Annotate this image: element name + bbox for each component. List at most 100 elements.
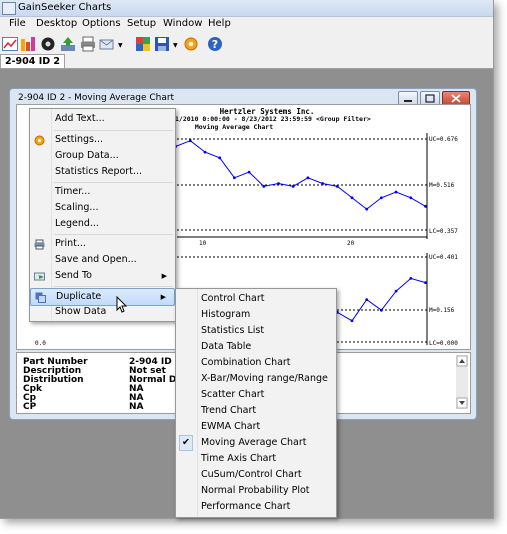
duplicate-icon [35,292,46,303]
data-point [203,150,207,154]
data-point [233,176,236,180]
menu-item-print[interactable]: Print... [30,236,175,252]
submenu-item-ewma-chart[interactable]: EWMA Chart [176,419,336,435]
menu-item-legend[interactable]: Legend... [30,216,175,232]
bar-chart-icon[interactable] [20,36,36,52]
data-point [321,182,324,185]
data-point [409,196,413,200]
menu-item-timer[interactable]: Timer... [30,184,175,200]
menu-item-send-to[interactable]: Send To ▶ [30,268,175,284]
data-point [306,176,310,180]
menu-item-label: Control Chart [201,293,265,304]
menu-item-label: Scaling... [55,202,99,213]
print-icon[interactable] [80,36,96,52]
menu-help[interactable]: Help [208,18,231,29]
menu-item-label: Send To [55,270,92,281]
range-data-point [380,308,383,312]
menu-item-label: Add Text... [55,113,105,124]
menu-item-label: EWMA Chart [201,421,261,432]
data-value: NA [129,402,144,412]
ucl-label: UC=0.676 [429,136,458,143]
menu-item-group-data[interactable]: Group Data... [30,148,175,164]
menu-separator [54,130,173,131]
menu-item-show-data[interactable]: Show Data [30,304,175,320]
submenu-item-scatter-chart[interactable]: Scatter Chart [176,387,336,403]
menu-item-label: CuSum/Control Chart [201,469,302,480]
menu-options[interactable]: Options [82,18,121,29]
color-grid-icon[interactable] [135,36,151,52]
range-zero-tick: 0.0 [35,340,46,347]
app-title: GainSeeker Charts [18,2,112,13]
record-icon[interactable] [40,36,56,52]
dropdown-arrow-icon[interactable]: ▼ [173,42,178,49]
range-data-point [365,298,369,302]
submenu-item-xbar-moving-range[interactable]: X-Bar/Moving range/Range [176,371,336,387]
menu-item-label: Trend Chart [201,405,257,416]
menu-item-label: Timer... [55,186,91,197]
submenu-item-statistics-list[interactable]: Statistics List [176,323,336,339]
menu-item-save-and-open[interactable]: Save and Open... [30,252,175,268]
export-icon[interactable] [60,36,76,52]
menu-window[interactable]: Window [163,18,202,29]
app-icon [2,2,16,15]
duplicate-submenu: Control Chart Histogram Statistics List … [175,288,337,518]
send-mail-icon[interactable] [99,36,115,52]
save-icon[interactable] [154,36,170,52]
submenu-item-normal-probability-plot[interactable]: Normal Probability Plot [176,483,336,499]
help-icon[interactable]: ? [207,36,223,52]
toolbar: ▼ ▼ ? [0,34,493,54]
data-point [424,204,427,208]
data-point [277,182,280,185]
menu-item-label: Save and Open... [55,254,137,265]
menu-setup[interactable]: Setup [127,18,156,29]
data-point [335,184,339,188]
menu-item-label: Histogram [201,309,251,320]
menu-item-scaling[interactable]: Scaling... [30,200,175,216]
menu-item-statistics-report[interactable]: Statistics Report... [30,164,175,180]
menu-separator [54,182,173,183]
menu-item-label: Performance Chart [201,501,291,512]
submenu-item-time-axis-chart[interactable]: Time Axis Chart [176,451,336,467]
range-data-point [394,289,398,293]
menu-item-label: Scatter Chart [201,389,265,400]
data-point [365,207,369,211]
submenu-item-data-table[interactable]: Data Table [176,339,336,355]
submenu-item-control-chart[interactable]: Control Chart [176,291,336,307]
submenu-item-trend-chart[interactable]: Trend Chart [176,403,336,419]
data-point [394,190,398,194]
range-mean-label: M=0.156 [429,307,455,314]
print-icon [34,239,45,250]
menu-item-label: Print... [55,238,86,249]
menu-file[interactable]: File [9,18,26,29]
chart-icon[interactable] [2,36,18,52]
data-point [291,184,295,188]
submenu-item-combination-chart[interactable]: Combination Chart [176,355,336,371]
range-ucl-label: UC=0.401 [429,254,458,261]
menu-item-label: Combination Chart [201,357,291,368]
menu-item-label: Statistics Report... [55,166,142,177]
submenu-arrow-icon: ▶ [160,293,166,301]
settings-icon[interactable] [183,36,199,52]
range-data-point [409,277,413,280]
submenu-item-performance-chart[interactable]: Performance Chart [176,499,336,515]
submenu-item-histogram[interactable]: Histogram [176,307,336,323]
menu-item-settings[interactable]: Settings... [30,132,175,148]
data-panel-scrollbar[interactable] [456,355,468,409]
data-point [247,170,251,174]
submenu-item-moving-average-chart[interactable]: ✔ Moving Average Chart [176,435,336,451]
x-tick-label: 10 [199,240,207,247]
dropdown-arrow-icon[interactable]: ▼ [118,42,123,49]
menu-item-label: Settings... [55,134,104,145]
menu-item-label: Statistics List [201,325,265,336]
context-menu: Add Text... Settings... Group Data... St… [29,108,176,322]
tab-2-904-id-2[interactable]: 2-904 ID 2 [0,54,66,68]
menu-desktop[interactable]: Desktop [36,18,77,29]
data-point [218,156,222,160]
data-point [380,196,383,200]
menu-item-add-text[interactable]: Add Text... [30,111,175,127]
title-bar: GainSeeker Charts [0,0,493,17]
menu-item-label: X-Bar/Moving range/Range [201,373,328,384]
chart-title: Moving Average Chart [195,123,273,131]
submenu-item-cusum-control-chart[interactable]: CuSum/Control Chart [176,467,336,483]
send-to-icon [34,272,45,281]
